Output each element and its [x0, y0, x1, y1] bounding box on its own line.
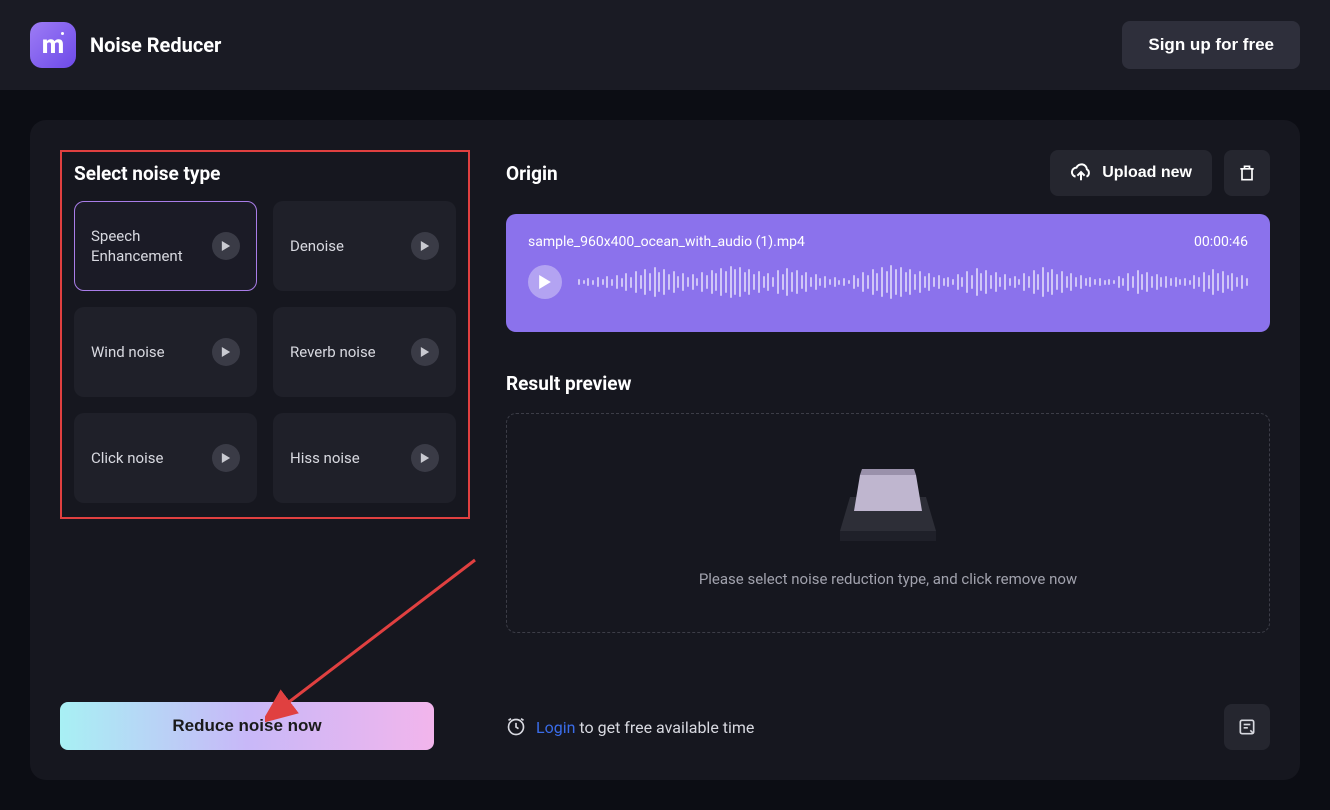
feedback-button[interactable] — [1224, 704, 1270, 750]
signup-button[interactable]: Sign up for free — [1122, 21, 1300, 69]
noise-option-label: Reverb noise — [290, 342, 376, 362]
preview-play-button[interactable] — [411, 338, 439, 366]
right-panel: Origin Upload new sample_960x40 — [506, 150, 1270, 750]
origin-actions: Upload new — [1050, 150, 1270, 196]
feedback-icon — [1237, 717, 1257, 737]
login-row: Login to get free available time — [506, 717, 754, 737]
origin-header: Origin Upload new — [506, 150, 1270, 196]
noise-type-title: Select noise type — [74, 162, 456, 185]
app-logo: m — [30, 22, 76, 68]
noise-option-label: Denoise — [290, 236, 344, 256]
noise-type-grid: SpeechEnhancement Denoise Wind noise Reverb… — [74, 201, 456, 503]
left-wrap: Select noise type SpeechEnhancement Denoi… — [60, 150, 470, 750]
noise-option-reverb-noise[interactable]: Reverb noise — [273, 307, 456, 397]
clock-icon — [506, 717, 526, 737]
noise-option-denoise[interactable]: Denoise — [273, 201, 456, 291]
file-name: sample_960x400_ocean_with_audio (1).mp4 — [528, 234, 805, 250]
upload-label: Upload new — [1102, 164, 1192, 182]
annotation-highlight: Select noise type SpeechEnhancement Denoi… — [60, 150, 470, 519]
preview-play-button[interactable] — [212, 444, 240, 472]
trash-icon — [1237, 163, 1257, 183]
play-icon — [538, 275, 552, 289]
preview-play-button[interactable] — [411, 444, 439, 472]
audio-controls — [528, 264, 1248, 300]
audio-meta: sample_960x400_ocean_with_audio (1).mp4 … — [528, 234, 1248, 250]
noise-option-label: Click noise — [91, 448, 163, 468]
noise-option-wind-noise[interactable]: Wind noise — [74, 307, 257, 397]
main-panel: Select noise type SpeechEnhancement Denoi… — [30, 120, 1300, 780]
footer-row: Login to get free available time — [506, 648, 1270, 750]
result-hint: Please select noise reduction type, and … — [699, 570, 1077, 588]
preview-play-button[interactable] — [212, 232, 240, 260]
file-duration: 00:00:46 — [1194, 234, 1248, 250]
preview-play-button[interactable] — [411, 232, 439, 260]
header-left: m Noise Reducer — [30, 22, 221, 68]
play-icon — [420, 241, 430, 251]
delete-button[interactable] — [1224, 150, 1270, 196]
play-button[interactable] — [528, 265, 562, 299]
header: m Noise Reducer Sign up for free — [0, 0, 1330, 90]
login-link[interactable]: Login — [536, 718, 575, 737]
app-title: Noise Reducer — [90, 33, 221, 57]
play-icon — [221, 241, 231, 251]
play-icon — [420, 453, 430, 463]
play-icon — [420, 347, 430, 357]
play-icon — [221, 453, 231, 463]
origin-title: Origin — [506, 162, 558, 185]
noise-option-speech-enhancement[interactable]: SpeechEnhancement — [74, 201, 257, 291]
waveform[interactable] — [578, 264, 1248, 300]
login-text: to get free available time — [575, 718, 754, 737]
result-title: Result preview — [506, 372, 1270, 395]
upload-new-button[interactable]: Upload new — [1050, 150, 1212, 196]
upload-icon — [1070, 163, 1092, 183]
reduce-noise-button[interactable]: Reduce noise now — [60, 702, 434, 750]
preview-play-button[interactable] — [212, 338, 240, 366]
noise-option-label: Hiss noise — [290, 448, 360, 468]
noise-option-click-noise[interactable]: Click noise — [74, 413, 257, 503]
noise-option-hiss-noise[interactable]: Hiss noise — [273, 413, 456, 503]
left-panel: Select noise type SpeechEnhancement Denoi… — [60, 150, 470, 750]
audio-player: sample_960x400_ocean_with_audio (1).mp4 … — [506, 214, 1270, 332]
play-icon — [221, 347, 231, 357]
noise-option-label: SpeechEnhancement — [91, 226, 183, 267]
noise-option-label: Wind noise — [91, 342, 165, 362]
result-preview-box: Please select noise reduction type, and … — [506, 413, 1270, 633]
empty-tray-icon — [838, 459, 938, 544]
